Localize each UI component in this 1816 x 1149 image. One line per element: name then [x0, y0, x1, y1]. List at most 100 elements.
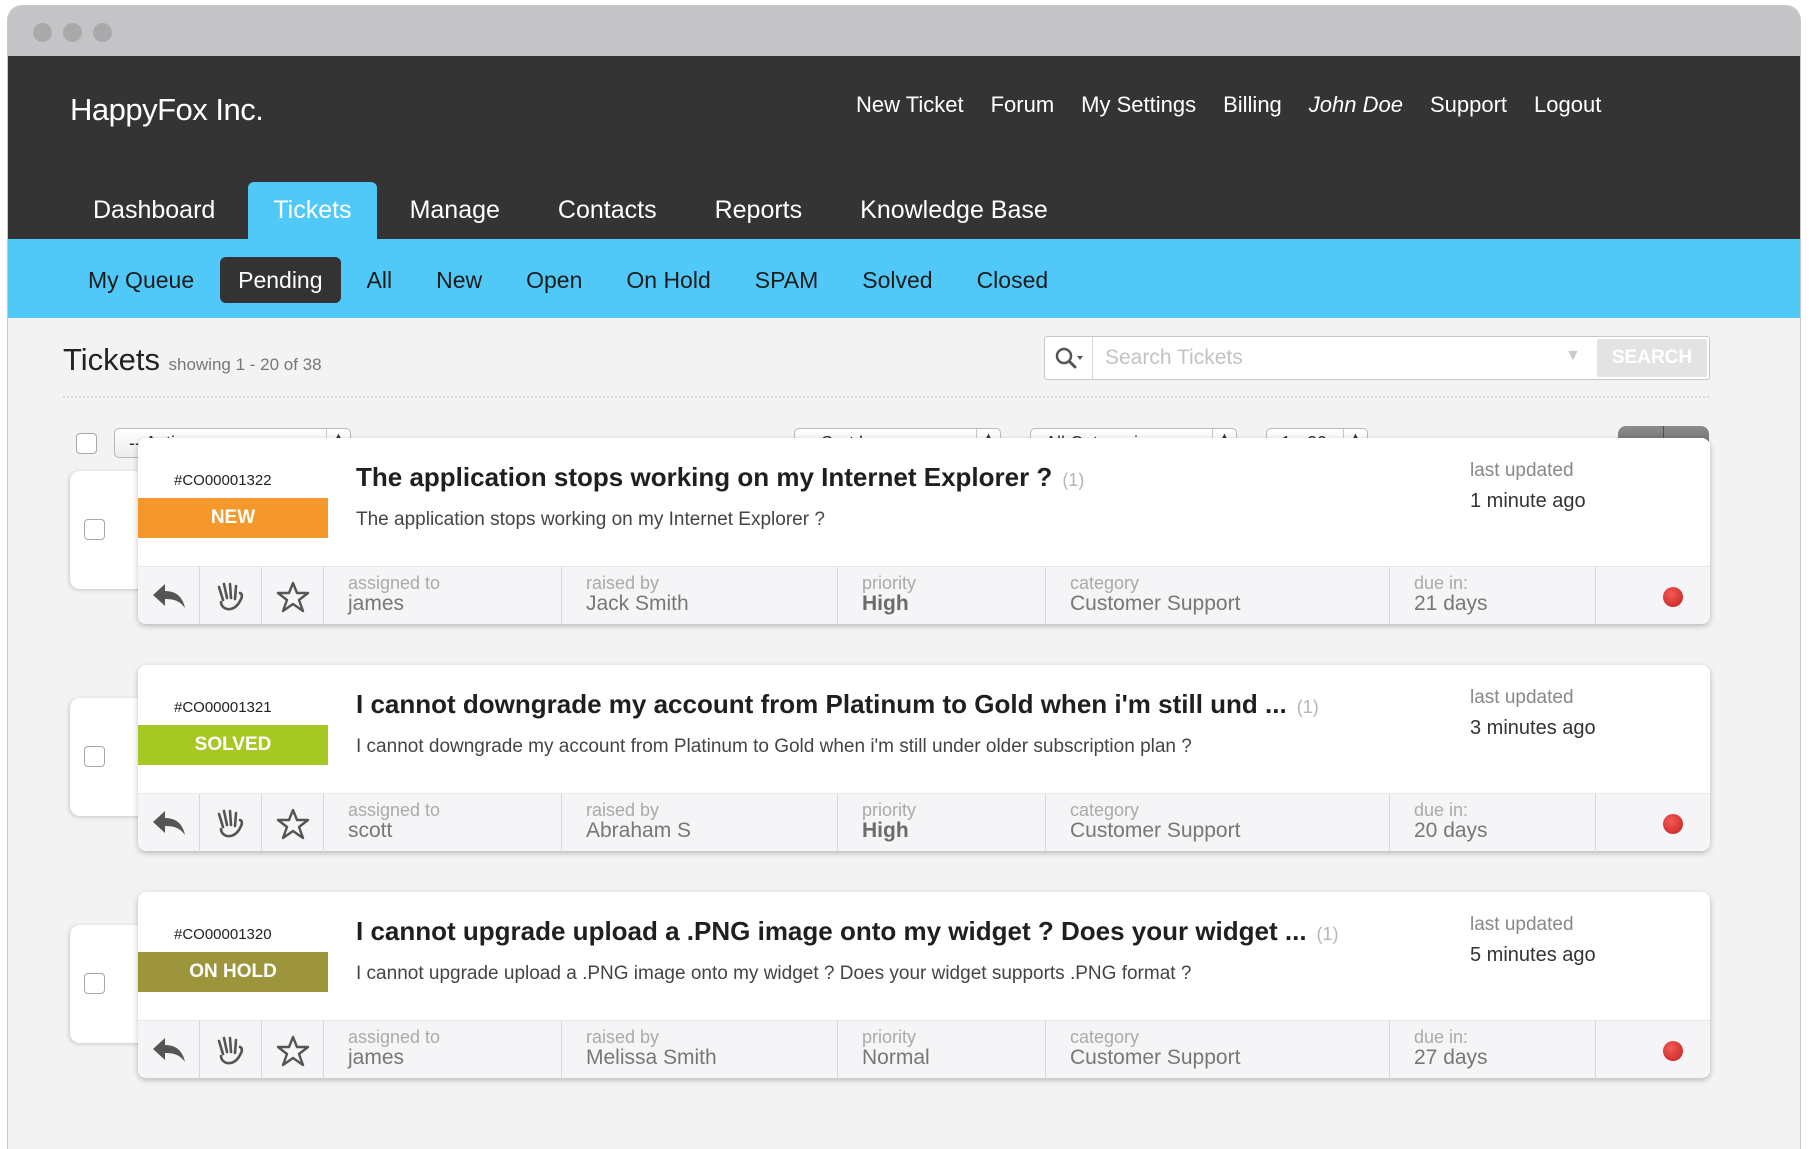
raised-field: raised by Melissa Smith [562, 1021, 838, 1079]
search-input[interactable] [1105, 343, 1565, 373]
assigned-value[interactable]: scott [348, 820, 561, 842]
filter-on-hold[interactable]: On Hold [608, 257, 728, 303]
status-badge: ON HOLD [138, 952, 328, 992]
reply-button[interactable] [138, 567, 200, 625]
priority-value: Normal [862, 1046, 930, 1069]
tab-knowledge-base[interactable]: Knowledge Base [835, 182, 1073, 239]
ticket-card[interactable]: #CO00001321 SOLVED I cannot downgrade my… [138, 665, 1710, 852]
priority-dot-icon [1663, 1041, 1683, 1061]
last-updated-value: 1 minute ago [1470, 490, 1586, 512]
reply-icon [153, 1038, 185, 1062]
last-updated-value: 5 minutes ago [1470, 944, 1596, 966]
category-value: Customer Support [1070, 819, 1241, 842]
filter-all[interactable]: All [349, 257, 411, 303]
ticket-footer: assigned to james raised by Melissa Smit… [138, 1020, 1710, 1079]
filter-solved[interactable]: Solved [844, 257, 950, 303]
main-tabs: Dashboard Tickets Manage Contacts Report… [68, 182, 1081, 239]
raised-value[interactable]: Jack Smith [586, 593, 837, 615]
ticket-subject[interactable]: I cannot upgrade upload a .PNG image ont… [356, 916, 1339, 947]
due-label: due in: [1414, 573, 1469, 593]
filter-my-queue[interactable]: My Queue [70, 257, 212, 303]
message-count: (1) [1316, 924, 1339, 944]
tab-dashboard[interactable]: Dashboard [68, 182, 240, 239]
search-dropdown-icon[interactable]: ▼ [1565, 347, 1581, 365]
take-ticket-button[interactable] [200, 1021, 262, 1079]
status-badge: SOLVED [138, 725, 328, 765]
priority-dot-icon [1663, 814, 1683, 834]
search-button[interactable]: SEARCH [1597, 339, 1707, 377]
tab-tickets[interactable]: Tickets [248, 182, 377, 239]
category-label: category [1070, 800, 1140, 820]
minimize-window-dot[interactable] [63, 23, 82, 42]
star-button[interactable] [262, 794, 324, 852]
ticket-subject[interactable]: The application stops working on my Inte… [356, 462, 1084, 493]
top-link-logout[interactable]: Logout [1534, 92, 1601, 118]
filter-pending[interactable]: Pending [220, 257, 341, 303]
reply-button[interactable] [138, 794, 200, 852]
filter-new[interactable]: New [418, 257, 500, 303]
due-label: due in: [1414, 1027, 1469, 1047]
priority-dot-icon [1663, 587, 1683, 607]
search-options-button[interactable] [1045, 337, 1093, 379]
top-link-billing[interactable]: Billing [1223, 92, 1282, 118]
filter-closed[interactable]: Closed [959, 257, 1067, 303]
close-window-dot[interactable] [33, 23, 52, 42]
last-updated-label: last updated [1470, 687, 1574, 708]
filter-spam[interactable]: SPAM [737, 257, 836, 303]
ticket-card[interactable]: #CO00001322 NEW The application stops wo… [138, 438, 1710, 625]
assigned-field: assigned to james [324, 1021, 562, 1079]
ticket-subject[interactable]: I cannot downgrade my account from Plati… [356, 689, 1319, 720]
maximize-window-dot[interactable] [93, 23, 112, 42]
ticket-preview: I cannot downgrade my account from Plati… [356, 736, 1192, 757]
priority-field: priority High [838, 794, 1046, 852]
status-badge: NEW [138, 498, 328, 538]
priority-label: priority [862, 573, 917, 593]
raised-value[interactable]: Abraham S [586, 820, 837, 842]
raised-value[interactable]: Melissa Smith [586, 1047, 837, 1069]
ticket-subject-text: I cannot upgrade upload a .PNG image ont… [356, 916, 1307, 946]
ticket-checkbox[interactable] [84, 973, 105, 994]
tab-contacts[interactable]: Contacts [533, 182, 682, 239]
category-field: category Customer Support [1046, 1021, 1390, 1079]
ticket-checkbox[interactable] [84, 519, 105, 540]
ticket-card[interactable]: #CO00001320 ON HOLD I cannot upgrade upl… [138, 892, 1710, 1079]
assigned-label: assigned to [348, 573, 441, 593]
top-link-forum[interactable]: Forum [991, 92, 1055, 118]
ticket-preview: I cannot upgrade upload a .PNG image ont… [356, 963, 1192, 984]
category-value: Customer Support [1070, 592, 1241, 615]
queue-filters: My Queue Pending All New Open On Hold SP… [70, 257, 1074, 303]
filter-open[interactable]: Open [508, 257, 600, 303]
top-link-user[interactable]: John Doe [1309, 92, 1403, 118]
priority-field: priority Normal [838, 1021, 1046, 1079]
priority-label: priority [862, 800, 917, 820]
assigned-value[interactable]: james [348, 593, 561, 615]
take-ticket-button[interactable] [200, 567, 262, 625]
last-updated-label: last updated [1470, 460, 1574, 481]
star-button[interactable] [262, 1021, 324, 1079]
top-link-my-settings[interactable]: My Settings [1081, 92, 1196, 118]
tab-reports[interactable]: Reports [690, 182, 828, 239]
select-all-checkbox[interactable] [76, 433, 97, 454]
take-ticket-button[interactable] [200, 794, 262, 852]
due-value: 20 days [1414, 819, 1488, 842]
star-icon [276, 808, 310, 840]
due-field: due in: 27 days [1390, 1021, 1596, 1079]
assigned-value[interactable]: james [348, 1047, 561, 1069]
hand-icon [217, 1036, 244, 1065]
ticket-checkbox[interactable] [84, 746, 105, 767]
top-link-support[interactable]: Support [1430, 92, 1507, 118]
sub-nav: My Queue Pending All New Open On Hold SP… [8, 239, 1800, 318]
raised-field: raised by Jack Smith [562, 567, 838, 625]
ticket-preview: The application stops working on my Inte… [356, 509, 825, 530]
due-label: due in: [1414, 800, 1469, 820]
tab-manage[interactable]: Manage [385, 182, 525, 239]
reply-button[interactable] [138, 1021, 200, 1079]
top-link-new-ticket[interactable]: New Ticket [856, 92, 964, 118]
category-field: category Customer Support [1046, 567, 1390, 625]
message-count: (1) [1062, 470, 1085, 490]
raised-label: raised by [586, 1027, 660, 1047]
brand-name: HappyFox Inc. [70, 92, 264, 127]
star-button[interactable] [262, 567, 324, 625]
ticket-footer: assigned to james raised by Jack Smith p… [138, 566, 1710, 625]
ticket-id: #CO00001320 [174, 926, 272, 943]
